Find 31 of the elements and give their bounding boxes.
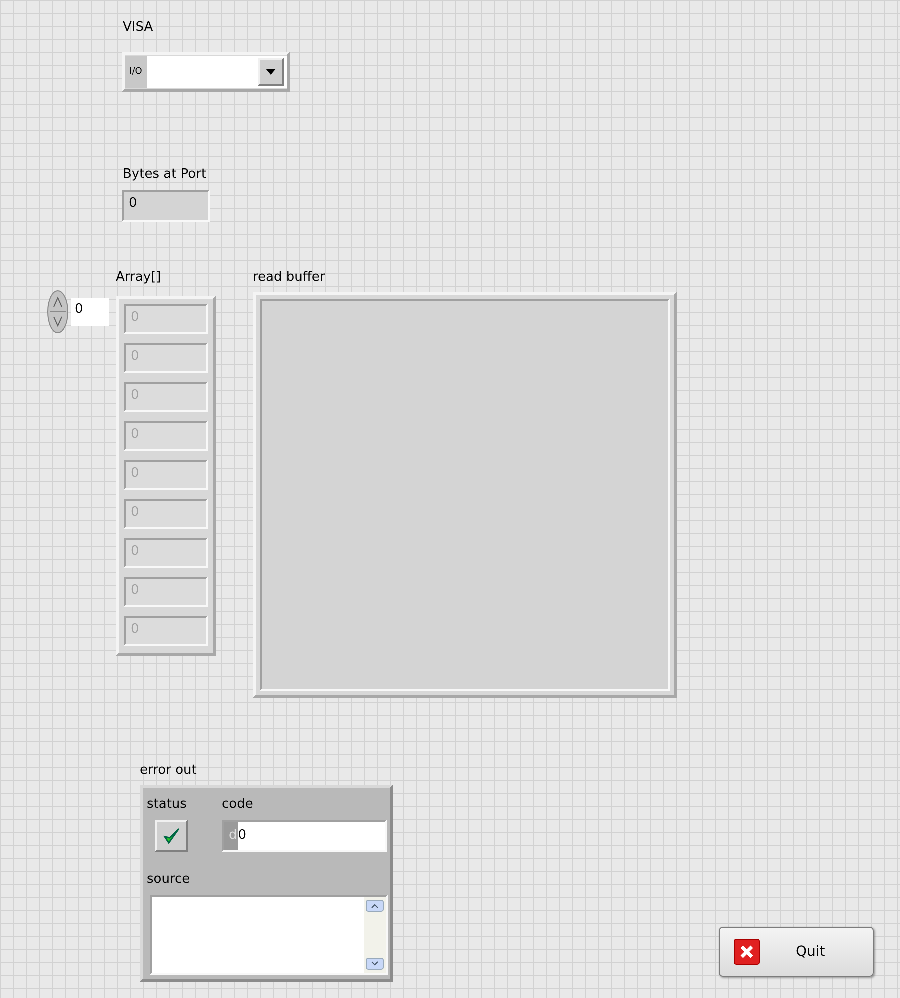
- array-element: 0: [124, 421, 208, 451]
- radix-label: d: [224, 822, 238, 850]
- array-element: 0: [124, 343, 208, 373]
- array-index-field[interactable]: 0: [71, 298, 109, 326]
- array-element: 0: [124, 460, 208, 490]
- array-element: 0: [124, 304, 208, 334]
- indicator-label: Bytes at Port: [123, 167, 207, 183]
- code-label: code: [222, 797, 254, 813]
- code-value: 0: [238, 822, 385, 850]
- array-label: Array[]: [116, 270, 162, 286]
- io-label: I/O: [125, 56, 147, 88]
- numeric-indicator: 0: [122, 190, 210, 222]
- array-element: 0: [124, 577, 208, 607]
- cluster-label: error out: [140, 763, 197, 779]
- quit-button[interactable]: Quit: [719, 927, 874, 977]
- control-label: VISA: [123, 20, 154, 36]
- caret-icon: [266, 69, 276, 75]
- array-element: 0: [124, 538, 208, 568]
- array-element: 0: [124, 382, 208, 412]
- indicator-label: read buffer: [253, 270, 326, 286]
- check-icon: [162, 827, 180, 845]
- array-element: 0: [124, 499, 208, 529]
- dropdown-button[interactable]: [258, 58, 284, 86]
- scroll-up-icon: [366, 900, 384, 912]
- status-label: status: [147, 797, 187, 813]
- source-label: source: [147, 872, 190, 888]
- array-element: 0: [124, 616, 208, 646]
- visa-resource-control[interactable]: I/O: [122, 52, 290, 92]
- close-icon: [734, 939, 760, 965]
- spinner-icon[interactable]: [47, 290, 69, 334]
- scroll-down-icon: [366, 958, 384, 970]
